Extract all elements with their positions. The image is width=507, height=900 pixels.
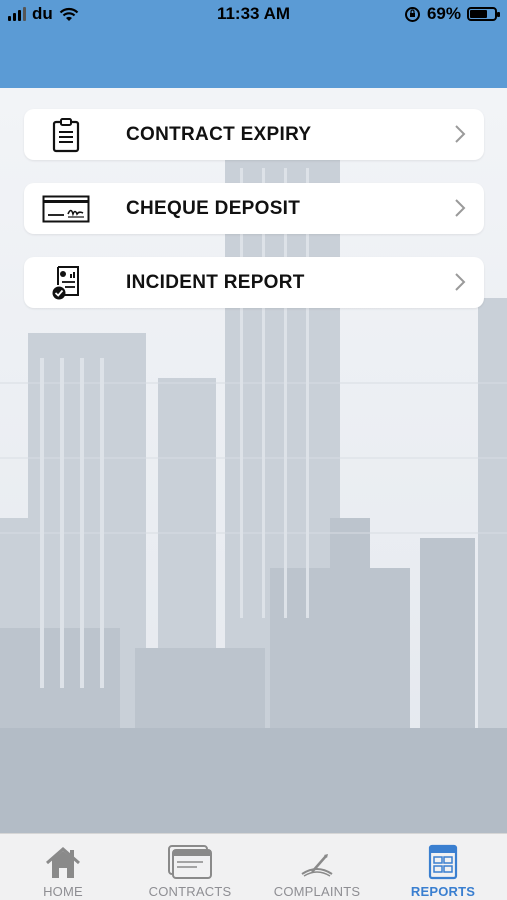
- tab-reports[interactable]: REPORTS: [388, 842, 498, 899]
- chevron-right-icon: [455, 125, 466, 143]
- tab-label: CONTRACTS: [148, 884, 232, 899]
- tab-home[interactable]: HOME: [8, 842, 118, 899]
- menu-item-label: CHEQUE DEPOSIT: [126, 197, 301, 219]
- menu-item-incident-report[interactable]: INCIDENT REPORT: [24, 257, 484, 308]
- status-bar: du 11:33 AM 69%: [0, 0, 507, 30]
- battery-percent: 69%: [426, 4, 461, 23]
- cheque-icon: [24, 195, 108, 223]
- tab-label: COMPLAINTS: [273, 884, 361, 899]
- menu-item-contract-expiry[interactable]: CONTRACT EXPIRY: [24, 109, 484, 160]
- menu-item-label: CONTRACT EXPIRY: [126, 123, 312, 145]
- home-icon: [8, 842, 118, 880]
- tab-label: REPORTS: [410, 884, 476, 899]
- header-bar: du 11:33 AM 69%: [0, 0, 507, 88]
- status-right: 69%: [404, 4, 500, 24]
- contracts-icon: [135, 842, 245, 880]
- tab-complaints[interactable]: COMPLAINTS: [262, 842, 372, 899]
- clipboard-icon: [24, 117, 108, 153]
- reports-icon: [388, 842, 498, 880]
- rotation-lock-icon: [404, 6, 420, 22]
- reports-menu: CONTRACT EXPIRY CHEQUE DEPOSIT INCIDENT …: [24, 109, 484, 331]
- tab-bar: HOME CONTRACTS COMPLAINTS REPORTS: [0, 833, 507, 900]
- chevron-right-icon: [455, 199, 466, 217]
- battery-icon: [467, 7, 500, 21]
- chevron-right-icon: [455, 273, 466, 291]
- tab-contracts[interactable]: CONTRACTS: [135, 842, 245, 899]
- menu-item-label: INCIDENT REPORT: [126, 271, 305, 293]
- complaints-icon: [262, 842, 372, 880]
- report-icon: [24, 265, 108, 301]
- menu-item-cheque-deposit[interactable]: CHEQUE DEPOSIT: [24, 183, 484, 234]
- tab-label: HOME: [43, 884, 83, 899]
